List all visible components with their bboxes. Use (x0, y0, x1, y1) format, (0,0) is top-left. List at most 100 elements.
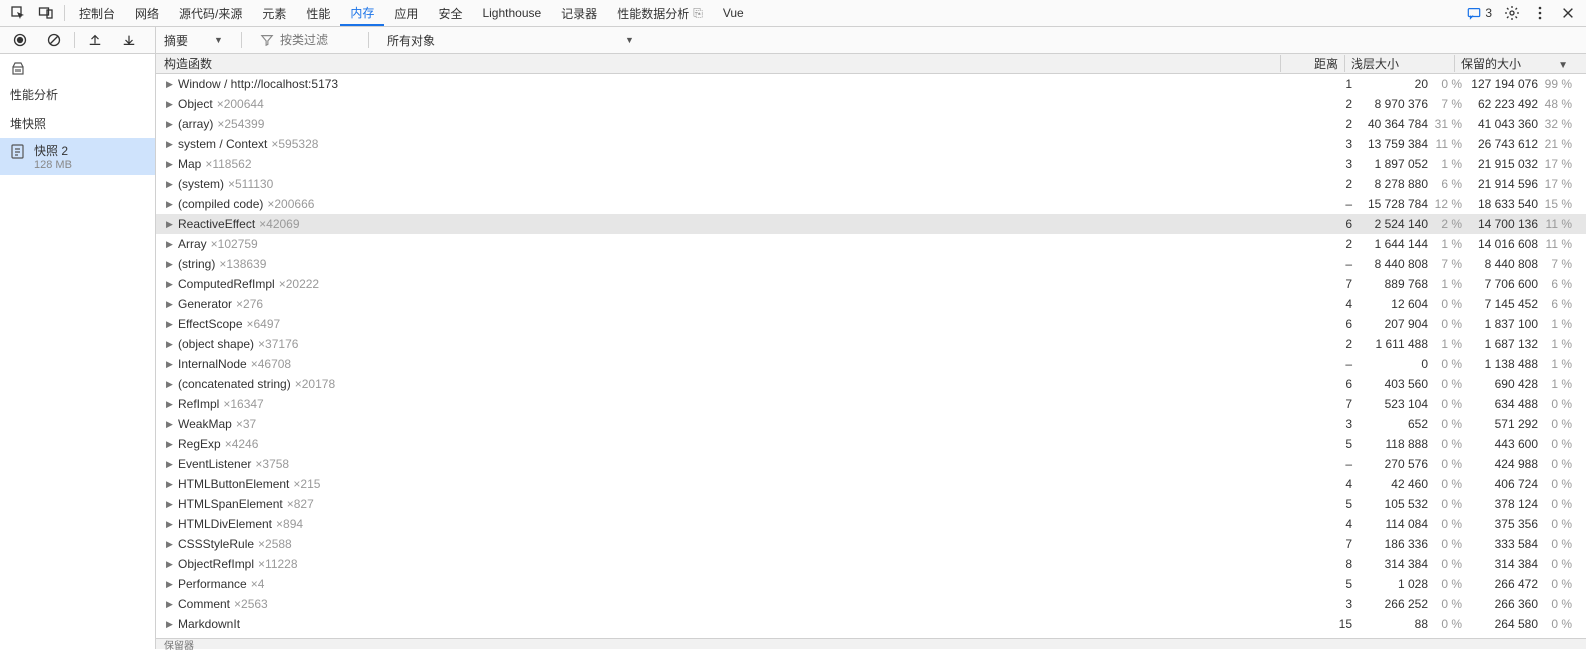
tab-网络[interactable]: 网络 (125, 0, 169, 26)
expand-icon[interactable]: ▶ (166, 199, 174, 210)
tab-应用[interactable]: 应用 (384, 0, 428, 26)
table-row[interactable]: ▶Object ×20064428 970 3767 %62 223 49248… (156, 94, 1586, 114)
header-shallow[interactable]: 浅层大小 (1344, 55, 1454, 72)
upload-icon[interactable] (81, 27, 109, 53)
table-row[interactable]: ▶ReactiveEffect ×4206962 524 1402 %14 70… (156, 214, 1586, 234)
tab-记录器[interactable]: 记录器 (551, 0, 607, 26)
expand-icon[interactable]: ▶ (166, 299, 174, 310)
sidebar-item-snapshot[interactable]: 快照 2128 MB (0, 138, 155, 175)
table-row[interactable]: ▶ComputedRefImpl ×202227889 7681 %7 706 … (156, 274, 1586, 294)
table-row[interactable]: ▶(concatenated string) ×201786403 5600 %… (156, 374, 1586, 394)
expand-icon[interactable]: ▶ (166, 99, 174, 110)
expand-icon[interactable]: ▶ (166, 159, 174, 170)
tab-性能[interactable]: 性能 (296, 0, 340, 26)
expand-icon[interactable]: ▶ (166, 79, 174, 90)
tab-Lighthouse[interactable]: Lighthouse (472, 0, 551, 26)
instance-count: ×138639 (219, 257, 266, 271)
inspect-icon[interactable] (4, 0, 32, 26)
tab-控制台[interactable]: 控制台 (69, 0, 125, 26)
table-row[interactable]: ▶(array) ×254399240 364 78431 %41 043 36… (156, 114, 1586, 134)
retained-pct: 0 % (1544, 517, 1572, 531)
retained-pct: 21 % (1544, 137, 1572, 151)
expand-icon[interactable]: ▶ (166, 359, 174, 370)
shallow-size: 403 560 (1385, 377, 1428, 391)
shallow-size: 889 768 (1385, 277, 1428, 291)
table-row[interactable]: ▶Window / http://localhost:51731200 %127… (156, 74, 1586, 94)
expand-icon[interactable]: ▶ (166, 339, 174, 350)
header-constructor[interactable]: 构造函数 (156, 55, 1280, 72)
expand-icon[interactable]: ▶ (166, 619, 174, 630)
clear-icon[interactable] (40, 27, 68, 53)
table-row[interactable]: ▶(object shape) ×3717621 611 4881 %1 687… (156, 334, 1586, 354)
expand-icon[interactable]: ▶ (166, 419, 174, 430)
tab-安全[interactable]: 安全 (428, 0, 472, 26)
expand-icon[interactable]: ▶ (166, 459, 174, 470)
filter-input[interactable] (280, 33, 350, 47)
expand-icon[interactable]: ▶ (166, 599, 174, 610)
table-row[interactable]: ▶system / Context ×595328313 759 38411 %… (156, 134, 1586, 154)
distance-cell: – (1294, 457, 1358, 471)
table-row[interactable]: ▶RegExp ×42465118 8880 %443 6000 % (156, 434, 1586, 454)
tab-性能数据分析[interactable]: 性能数据分析 ⎘ (607, 0, 713, 26)
table-row[interactable]: ▶RefImpl ×163477523 1040 %634 4880 % (156, 394, 1586, 414)
expand-icon[interactable]: ▶ (166, 239, 174, 250)
more-icon[interactable] (1526, 0, 1554, 26)
expand-icon[interactable]: ▶ (166, 539, 174, 550)
table-row[interactable]: ▶(system) ×51113028 278 8806 %21 914 596… (156, 174, 1586, 194)
table-row[interactable]: ▶EffectScope ×64976207 9040 %1 837 1001 … (156, 314, 1586, 334)
expand-icon[interactable]: ▶ (166, 319, 174, 330)
table-row[interactable]: ▶(compiled code) ×200666–15 728 78412 %1… (156, 194, 1586, 214)
expand-icon[interactable]: ▶ (166, 439, 174, 450)
constructor-name: ComputedRefImpl (178, 277, 275, 291)
table-row[interactable]: ▶EventListener ×3758–270 5760 %424 9880 … (156, 454, 1586, 474)
header-retained[interactable]: 保留的大小 (1454, 55, 1572, 72)
device-toggle-icon[interactable] (32, 0, 60, 26)
expand-icon[interactable]: ▶ (166, 279, 174, 290)
table-row[interactable]: ▶WeakMap ×3736520 %571 2920 % (156, 414, 1586, 434)
tab-源代码/来源[interactable]: 源代码/来源 (169, 0, 252, 26)
expand-icon[interactable]: ▶ (166, 559, 174, 570)
expand-icon[interactable]: ▶ (166, 219, 174, 230)
table-body[interactable]: ▶Window / http://localhost:51731200 %127… (156, 74, 1586, 638)
table-row[interactable]: ▶HTMLDivElement ×8944114 0840 %375 3560 … (156, 514, 1586, 534)
gear-icon[interactable] (1498, 0, 1526, 26)
table-row[interactable]: ▶HTMLSpanElement ×8275105 5320 %378 1240… (156, 494, 1586, 514)
retained-pct: 6 % (1544, 277, 1572, 291)
instance-count: ×6497 (247, 317, 281, 331)
table-row[interactable]: ▶MarkdownIt15880 %264 5800 % (156, 614, 1586, 634)
close-icon[interactable] (1554, 0, 1582, 26)
expand-icon[interactable]: ▶ (166, 119, 174, 130)
table-row[interactable]: ▶(string) ×138639–8 440 8087 %8 440 8087… (156, 254, 1586, 274)
table-row[interactable]: ▶Map ×11856231 897 0521 %21 915 03217 % (156, 154, 1586, 174)
collect-garbage-icon[interactable] (4, 56, 32, 80)
tab-Vue[interactable]: Vue (713, 0, 754, 26)
table-row[interactable]: ▶Performance ×451 0280 %266 4720 % (156, 574, 1586, 594)
expand-icon[interactable]: ▶ (166, 379, 174, 390)
table-row[interactable]: ▶ObjectRefImpl ×112288314 3840 %314 3840… (156, 554, 1586, 574)
expand-icon[interactable]: ▶ (166, 579, 174, 590)
class-filter[interactable] (260, 33, 350, 47)
table-row[interactable]: ▶HTMLButtonElement ×215442 4600 %406 724… (156, 474, 1586, 494)
download-icon[interactable] (115, 27, 143, 53)
table-row[interactable]: ▶InternalNode ×46708–00 %1 138 4881 % (156, 354, 1586, 374)
header-distance[interactable]: 距离 (1280, 55, 1344, 72)
tab-元素[interactable]: 元素 (252, 0, 296, 26)
expand-icon[interactable]: ▶ (166, 179, 174, 190)
record-icon[interactable] (6, 27, 34, 53)
table-row[interactable]: ▶Array ×10275921 644 1441 %14 016 60811 … (156, 234, 1586, 254)
table-header: 构造函数 距离 浅层大小 保留的大小 ▼ (156, 54, 1586, 74)
expand-icon[interactable]: ▶ (166, 139, 174, 150)
table-row[interactable]: ▶Generator ×276412 6040 %7 145 4526 % (156, 294, 1586, 314)
tab-内存[interactable]: 内存 (340, 0, 384, 26)
retained-size: 26 743 612 (1478, 137, 1538, 151)
summary-dropdown[interactable]: 摘要▼ (164, 32, 223, 49)
messages-badge[interactable]: 3 (1461, 6, 1498, 20)
expand-icon[interactable]: ▶ (166, 519, 174, 530)
expand-icon[interactable]: ▶ (166, 479, 174, 490)
all-objects-dropdown[interactable]: 所有对象▼ (387, 32, 634, 49)
expand-icon[interactable]: ▶ (166, 399, 174, 410)
table-row[interactable]: ▶CSSStyleRule ×25887186 3360 %333 5840 % (156, 534, 1586, 554)
expand-icon[interactable]: ▶ (166, 259, 174, 270)
expand-icon[interactable]: ▶ (166, 499, 174, 510)
table-row[interactable]: ▶Comment ×25633266 2520 %266 3600 % (156, 594, 1586, 614)
